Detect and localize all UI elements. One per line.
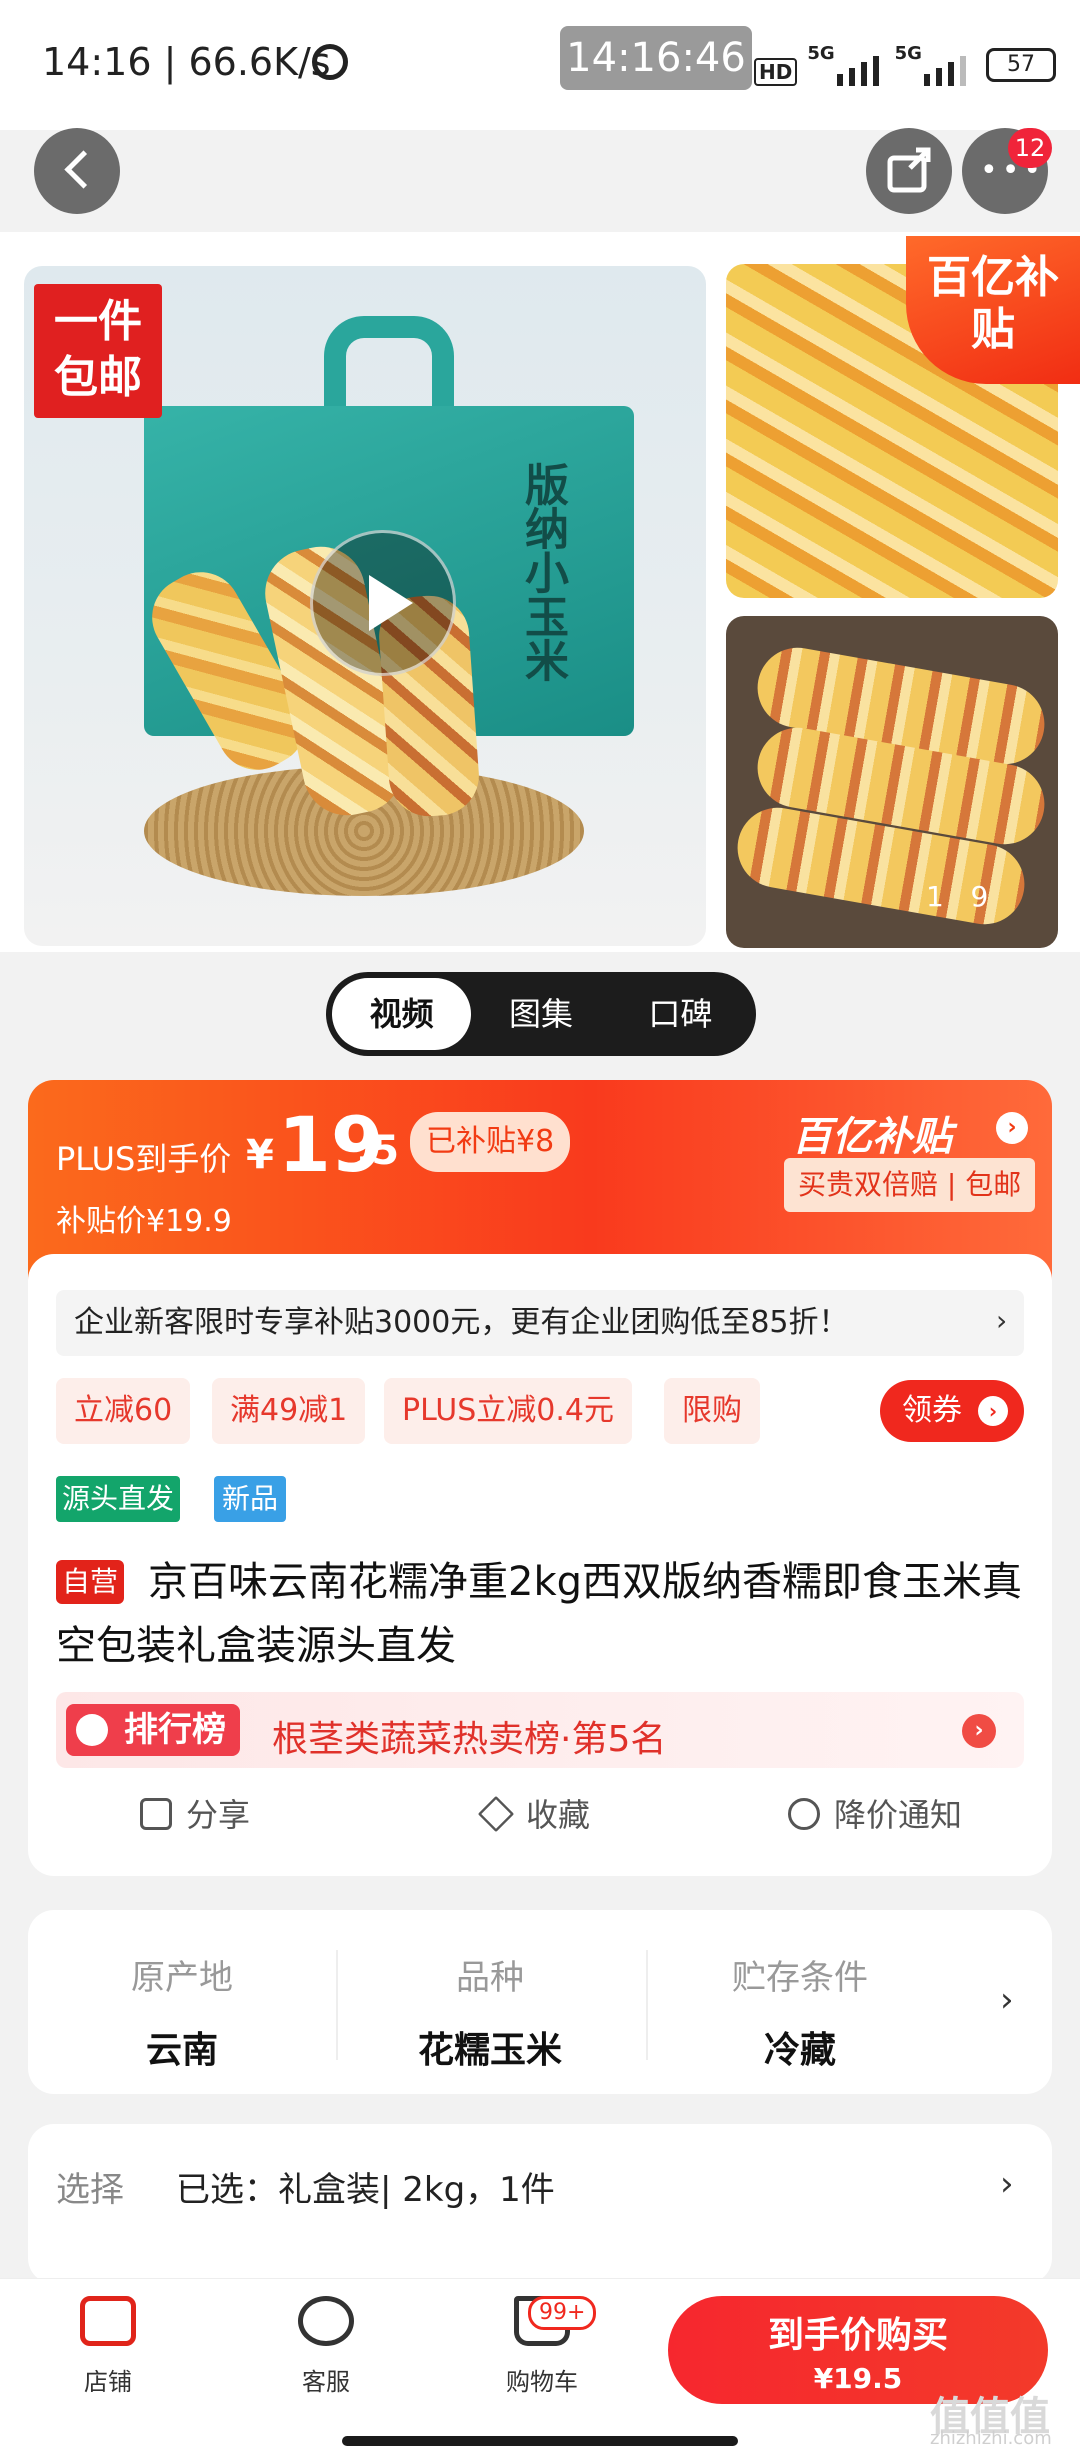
- more-notification-badge: 12: [1008, 128, 1052, 168]
- price-decimal: .5: [356, 1128, 400, 1174]
- tab-gallery[interactable]: 图集: [471, 978, 610, 1050]
- status-time-speed: 14:16 | 66.6K/s: [42, 40, 331, 84]
- overlay-clock: 14:16:46: [560, 26, 752, 90]
- price-alert-label: 降价通知: [834, 1796, 963, 1834]
- network-type-1: 5G: [807, 43, 835, 64]
- favorite-action[interactable]: 收藏: [477, 1790, 591, 1836]
- claim-coupon-button[interactable]: 领券 ›: [880, 1380, 1024, 1442]
- divider: [646, 1950, 648, 2060]
- share-label: 分享: [186, 1796, 251, 1834]
- share-icon: [140, 1798, 172, 1830]
- gift-box-handle: [324, 316, 454, 416]
- attribute-origin: 原产地 云南: [32, 1950, 332, 2073]
- signal-bar-icon: [860, 62, 867, 86]
- store-button[interactable]: 店铺: [48, 2296, 168, 2397]
- new-product-label: 新品: [214, 1476, 287, 1522]
- customer-service-button[interactable]: 客服: [266, 2296, 386, 2397]
- network-type-2: 5G: [894, 43, 922, 64]
- subsidized-amount-tag: 已补贴¥8: [410, 1112, 571, 1172]
- chevron-right-icon[interactable]: ›: [1000, 1980, 1014, 2020]
- subsidy-badge: 百亿补贴: [906, 236, 1080, 384]
- tab-video[interactable]: 视频: [332, 978, 472, 1050]
- main-product-image[interactable]: 版纳小玉米 一件包邮: [24, 266, 706, 946]
- image-counter: 1 9: [926, 880, 989, 913]
- attribute-label: 品种: [456, 1958, 524, 1998]
- alarm-icon: [312, 44, 348, 80]
- guarantee-tag: 买贵双倍赔 | 包邮: [784, 1158, 1036, 1212]
- attribute-label: 贮存条件: [732, 1958, 868, 1998]
- ranking-text: 根茎类蔬菜热卖榜·第5名: [272, 1719, 667, 1760]
- customer-service-label: 客服: [302, 2368, 350, 2396]
- share-action[interactable]: 分享: [140, 1790, 250, 1836]
- price-alert-icon: [788, 1798, 820, 1830]
- price-alert-action[interactable]: 降价通知: [788, 1790, 962, 1836]
- attribute-value: 冷藏: [763, 2030, 836, 2071]
- share-icon: [887, 147, 931, 193]
- battery-icon: 57: [985, 48, 1056, 82]
- chevron-right-icon: ›: [978, 1396, 1008, 1426]
- media-tabs: 视频 图集 口碑: [326, 972, 756, 1056]
- chevron-right-icon[interactable]: ›: [996, 1112, 1028, 1144]
- subsidy-logo[interactable]: 百亿补贴: [792, 1104, 952, 1162]
- signal-bar-icon: [959, 56, 966, 86]
- watermark-url: zhizhizhi.com: [930, 2428, 1052, 2449]
- attribute-value: 花糯玉米: [417, 2030, 562, 2071]
- hd-indicator: HD: [754, 58, 798, 86]
- cart-label: 购物车: [506, 2368, 578, 2396]
- source-direct-label: 源头直发: [56, 1476, 181, 1522]
- star-icon: [477, 1795, 515, 1833]
- coupon-tag[interactable]: 限购: [664, 1378, 760, 1444]
- attribute-value: 云南: [145, 2030, 218, 2071]
- trophy-icon: [76, 1714, 108, 1746]
- share-button[interactable]: [866, 128, 952, 214]
- store-icon: [80, 2296, 136, 2346]
- attribute-label: 原产地: [131, 1958, 233, 1998]
- claim-coupon-label: 领券: [902, 1393, 962, 1428]
- signal-bar-icon: [872, 56, 879, 86]
- selected-variant: 已选：礼盒装| 2kg，1件: [176, 2170, 555, 2210]
- signal-bar-icon: [848, 68, 855, 86]
- currency-symbol: ¥: [246, 1132, 274, 1178]
- coupon-tag[interactable]: PLUS立减0.4元: [384, 1378, 633, 1444]
- play-video-button[interactable]: [310, 530, 456, 676]
- coupon-tag[interactable]: 立减60: [56, 1378, 191, 1444]
- enterprise-promo-bar[interactable]: 企业新客限时专享补贴3000元，更有企业团购低至85折！: [56, 1290, 1024, 1356]
- signal-bar-icon: [935, 68, 942, 86]
- back-button[interactable]: [34, 128, 120, 214]
- signal-indicators: HD 5G 5G 57: [754, 42, 1056, 86]
- plus-price-label: PLUS到手价: [56, 1140, 232, 1178]
- home-indicator[interactable]: [342, 2436, 738, 2446]
- divider: [336, 1950, 338, 2060]
- coupon-tag[interactable]: 满49减1: [212, 1378, 366, 1444]
- signal-bar-icon: [923, 74, 930, 86]
- free-shipping-tag: 一件包邮: [34, 284, 162, 418]
- signal-bar-icon: [836, 74, 843, 86]
- favorite-label: 收藏: [526, 1796, 591, 1834]
- buy-now-label: 到手价购买: [767, 2315, 948, 2356]
- attribute-variety: 品种 花糯玉米: [340, 1950, 640, 2073]
- attribute-storage: 贮存条件 冷藏: [650, 1950, 950, 2073]
- customer-service-icon: [298, 2296, 354, 2346]
- signal-bar-icon: [947, 62, 954, 86]
- self-operated-tag: 自营: [56, 1560, 125, 1604]
- tab-reviews[interactable]: 口碑: [611, 978, 750, 1050]
- product-title: 京百味云南花糯净重2kg西双版纳香糯即食玉米真空包装礼盒装源头直发: [56, 1559, 1023, 1669]
- thumbnail-image-2[interactable]: [726, 616, 1058, 948]
- select-label: 选择: [56, 2170, 124, 2210]
- store-label: 店铺: [84, 2368, 132, 2396]
- chevron-right-icon: ›: [996, 1304, 1008, 1337]
- chevron-right-icon[interactable]: ›: [1000, 2164, 1014, 2204]
- subsidy-price: 补贴价¥19.9: [56, 1204, 232, 1239]
- box-title: 版纳小玉米: [517, 462, 568, 682]
- cart-count-badge: 99+: [528, 2296, 597, 2330]
- chevron-right-icon: ›: [962, 1714, 996, 1748]
